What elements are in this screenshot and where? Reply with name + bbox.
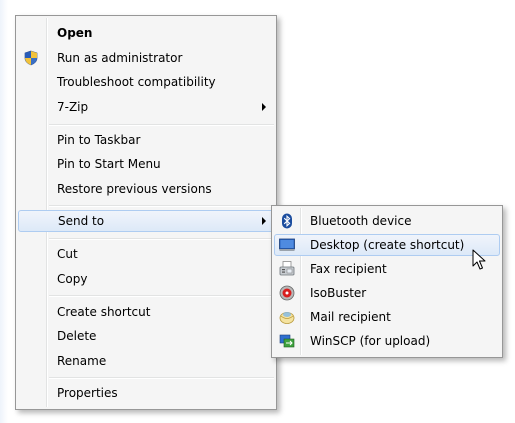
- desktop: Open Run as administrator Troubleshoot c…: [0, 0, 515, 423]
- submenu-arrow-icon: [262, 217, 266, 225]
- menu-item-label: 7-Zip: [57, 100, 89, 114]
- sendto-item-winscp[interactable]: WinSCP (for upload): [274, 330, 500, 352]
- menu-item-label: Desktop (create shortcut): [310, 238, 465, 252]
- menu-item-label: Rename: [57, 354, 107, 368]
- menu-item-label: Create shortcut: [57, 305, 151, 319]
- sendto-item-bluetooth[interactable]: Bluetooth device: [274, 210, 500, 232]
- menu-item-7zip[interactable]: 7-Zip: [18, 96, 274, 118]
- menu-item-label: Mail recipient: [310, 310, 391, 324]
- menu-item-label: Properties: [57, 386, 118, 400]
- menu-separator: [49, 205, 274, 207]
- winscp-icon: [279, 334, 295, 348]
- menu-item-delete[interactable]: Delete: [18, 325, 274, 347]
- menu-item-run-as-administrator[interactable]: Run as administrator: [18, 47, 274, 69]
- uac-shield-icon: [24, 50, 38, 66]
- menu-item-label: Send to: [58, 214, 105, 228]
- menu-item-label: Run as administrator: [57, 51, 183, 65]
- menu-item-send-to[interactable]: Send to: [18, 210, 274, 232]
- submenu-arrow-icon: [262, 103, 266, 111]
- desktop-icon: [279, 238, 295, 251]
- menu-item-label: IsoBuster: [310, 286, 367, 300]
- menu-item-cut[interactable]: Cut: [18, 243, 274, 265]
- menu-separator: [49, 295, 274, 297]
- menu-item-label: Copy: [57, 272, 88, 286]
- menu-item-label: Delete: [57, 329, 97, 343]
- menu-item-label: Cut: [57, 247, 78, 261]
- mail-icon: [279, 312, 295, 324]
- sendto-item-desktop[interactable]: Desktop (create shortcut): [274, 234, 500, 256]
- menu-item-label: Fax recipient: [310, 262, 387, 276]
- menu-item-label: WinSCP (for upload): [310, 334, 431, 348]
- menu-separator: [49, 238, 274, 240]
- menu-separator: [49, 377, 274, 379]
- mouse-pointer-icon: [472, 249, 486, 270]
- menu-item-pin-to-taskbar[interactable]: Pin to Taskbar: [18, 129, 274, 151]
- send-to-submenu: Bluetooth device Desktop (create shortcu…: [271, 205, 503, 358]
- isobuster-icon: [279, 285, 295, 301]
- menu-separator: [49, 124, 274, 126]
- menu-item-label: Troubleshoot compatibility: [57, 75, 216, 89]
- menu-item-label: Pin to Taskbar: [57, 133, 141, 147]
- menu-item-properties[interactable]: Properties: [18, 382, 274, 404]
- sendto-item-fax[interactable]: Fax recipient: [274, 258, 500, 280]
- desktop-edge: [0, 0, 8, 423]
- menu-item-label: Pin to Start Menu: [57, 157, 161, 171]
- menu-item-pin-to-start-menu[interactable]: Pin to Start Menu: [18, 153, 274, 175]
- menu-item-copy[interactable]: Copy: [18, 268, 274, 290]
- fax-icon: [279, 261, 295, 276]
- menu-item-troubleshoot-compatibility[interactable]: Troubleshoot compatibility: [18, 71, 274, 93]
- menu-item-label: Open: [57, 26, 93, 40]
- sendto-item-isobuster[interactable]: IsoBuster: [274, 282, 500, 304]
- menu-item-create-shortcut[interactable]: Create shortcut: [18, 301, 274, 323]
- bluetooth-icon: [282, 213, 292, 229]
- menu-item-label: Bluetooth device: [310, 214, 412, 228]
- menu-item-restore-previous-versions[interactable]: Restore previous versions: [18, 178, 274, 200]
- menu-item-label: Restore previous versions: [57, 182, 212, 196]
- menu-item-open[interactable]: Open: [18, 22, 274, 44]
- sendto-item-mail[interactable]: Mail recipient: [274, 306, 500, 328]
- context-menu: Open Run as administrator Troubleshoot c…: [15, 15, 277, 410]
- menu-item-rename[interactable]: Rename: [18, 350, 274, 372]
